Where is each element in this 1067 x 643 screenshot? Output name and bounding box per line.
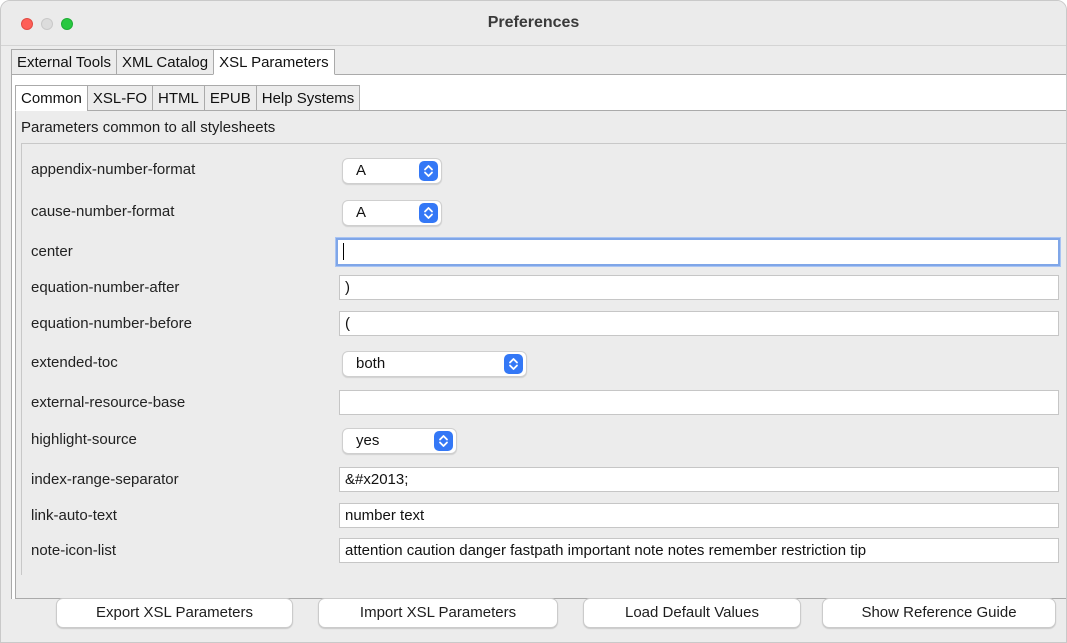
chevron-up-down-icon [504,354,523,374]
parameters-list: appendix-number-format A cause-number-fo… [21,143,1066,575]
param-row-index-range-separator: index-range-separator &#x2013; [22,465,1066,495]
chevron-up-down-icon [419,203,438,223]
select-value: both [356,355,386,372]
note-icon-list-input[interactable]: attention caution danger fastpath import… [339,538,1059,563]
param-label: external-resource-base [31,394,186,411]
param-row-cause-number-format: cause-number-format A [22,197,1066,227]
highlight-source-select[interactable]: yes [342,428,457,454]
param-row-external-resource-base: external-resource-base [22,388,1066,418]
param-label: equation-number-before [31,315,192,332]
param-label: equation-number-after [31,279,180,296]
title-bar: Preferences [1,1,1066,46]
export-xsl-parameters-button[interactable]: Export XSL Parameters [56,598,293,628]
param-row-note-icon-list: note-icon-list attention caution danger … [22,536,1066,566]
cause-number-format-select[interactable]: A [342,200,442,226]
link-auto-text-input[interactable]: number text [339,503,1059,528]
extended-toc-select[interactable]: both [342,351,527,377]
center-input[interactable] [336,238,1060,266]
tab-html[interactable]: HTML [152,85,204,111]
tab-external-tools[interactable]: External Tools [11,49,116,75]
chevron-up-down-icon [434,431,453,451]
param-label: highlight-source [31,431,137,448]
tab-help-systems[interactable]: Help Systems [255,85,361,111]
param-label: cause-number-format [31,203,175,220]
window-title: Preferences [487,14,580,31]
load-default-values-button[interactable]: Load Default Values [583,598,801,628]
tab-xsl-parameters[interactable]: XSL Parameters [213,49,335,75]
text-caret [343,242,344,260]
index-range-separator-input[interactable]: &#x2013; [339,467,1059,492]
tab-epub[interactable]: EPUB [203,85,256,111]
import-xsl-parameters-button[interactable]: Import XSL Parameters [318,598,558,628]
param-label: appendix-number-format [31,161,196,178]
select-value: A [356,204,367,221]
show-reference-guide-button[interactable]: Show Reference Guide [822,598,1056,628]
tab-common[interactable]: Common [15,85,87,111]
param-row-extended-toc: extended-toc both [22,348,1066,378]
external-resource-base-input[interactable] [339,390,1059,415]
preferences-window: Preferences External Tools XML Catalog X… [0,0,1067,643]
equation-number-before-input[interactable]: ( [339,311,1059,336]
equation-number-after-input[interactable]: ) [339,275,1059,300]
outer-tab-bar: External Tools XML Catalog XSL Parameter… [11,49,335,75]
panel-caption: Parameters common to all stylesheets [21,119,276,136]
select-value: A [356,162,367,179]
param-row-equation-number-after: equation-number-after ) [22,273,1066,303]
param-row-link-auto-text: link-auto-text number text [22,501,1066,531]
inner-tab-bar: Common XSL-FO HTML EPUB Help Systems [15,85,361,111]
param-label: index-range-separator [31,471,179,488]
param-row-appendix-number-format: appendix-number-format A [22,155,1066,185]
param-label: center [31,243,73,260]
tab-xsl-fo[interactable]: XSL-FO [86,85,153,111]
param-row-center: center [22,237,1066,267]
param-row-equation-number-before: equation-number-before ( [22,309,1066,339]
param-label: extended-toc [31,354,118,371]
select-value: yes [356,432,380,449]
appendix-number-format-select[interactable]: A [342,158,442,184]
param-row-highlight-source: highlight-source yes [22,425,1066,455]
param-label: link-auto-text [31,507,117,524]
param-label: note-icon-list [31,542,117,559]
chevron-up-down-icon [419,161,438,181]
tab-xml-catalog[interactable]: XML Catalog [115,49,214,75]
